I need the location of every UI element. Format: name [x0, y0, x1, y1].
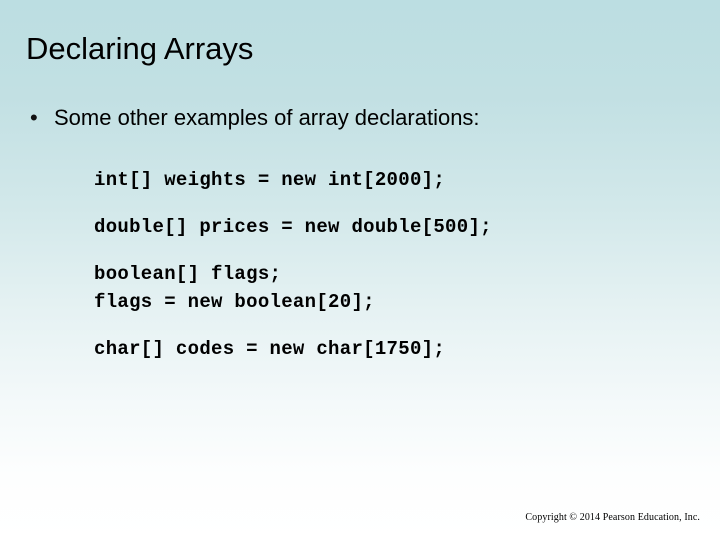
bullet-item-label: Some other examples of array declaration…: [54, 105, 480, 130]
code-line: int[] weights = new int[2000];: [94, 169, 446, 191]
code-line: char[] codes = new char[1750];: [94, 338, 446, 360]
code-block: boolean[] flags; flags = new boolean[20]…: [94, 260, 654, 316]
bullet-list-item: • Some other examples of array declarati…: [26, 103, 480, 133]
bullet-point-icon: •: [30, 105, 38, 130]
code-line: double[] prices = new double[500];: [94, 216, 492, 238]
slide-canvas: Declaring Arrays • Some other examples o…: [0, 0, 720, 540]
code-block: int[] weights = new int[2000];: [94, 166, 654, 194]
page-title: Declaring Arrays: [26, 31, 254, 66]
code-block: char[] codes = new char[1750];: [94, 335, 654, 363]
copyright-notice: Copyright © 2014 Pearson Education, Inc.: [525, 512, 700, 523]
code-examples-container: int[] weights = new int[2000]; double[] …: [94, 166, 654, 363]
code-line: boolean[] flags;: [94, 263, 282, 285]
code-block: double[] prices = new double[500];: [94, 213, 654, 241]
code-line: flags = new boolean[20];: [94, 291, 375, 313]
